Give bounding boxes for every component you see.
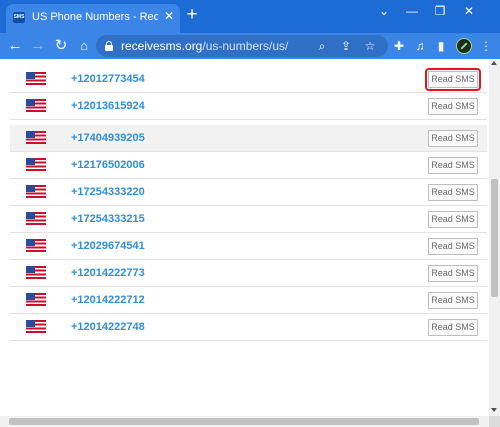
us-flag-icon	[26, 99, 46, 112]
us-flag-icon	[26, 212, 46, 225]
phone-number-link[interactable]: +12176502006	[71, 159, 145, 171]
us-flag-icon	[26, 131, 46, 144]
table-row: +17254333215 Read SMS	[10, 206, 487, 233]
us-flag-icon	[26, 72, 46, 85]
phone-number-link[interactable]: +17254333220	[71, 186, 145, 198]
share-icon[interactable]: ⇪	[338, 38, 354, 54]
table-row: +17404939205 Read SMS	[10, 125, 487, 152]
profile-avatar-icon[interactable]	[456, 38, 472, 54]
new-tab-button[interactable]: +	[184, 5, 200, 24]
close-icon[interactable]: ✕	[459, 3, 479, 19]
back-icon[interactable]: ←	[6, 37, 24, 55]
table-row: +12012773454 Read SMS	[10, 66, 487, 93]
us-flag-icon	[26, 158, 46, 171]
vertical-scroll-thumb[interactable]	[491, 179, 498, 297]
read-sms-button[interactable]: Read SMS	[428, 130, 478, 147]
read-sms-button[interactable]: Read SMS	[428, 265, 478, 282]
home-icon[interactable]: ⌂	[75, 37, 93, 55]
us-flag-icon	[26, 293, 46, 306]
extensions-icon[interactable]: ✚	[391, 38, 407, 54]
phone-number-link[interactable]: +12029674541	[71, 240, 145, 252]
vertical-scrollbar[interactable]	[489, 59, 500, 416]
reload-icon[interactable]: ↻	[52, 37, 70, 55]
chevron-down-icon[interactable]: ⌄	[374, 3, 394, 19]
table-row: +12014222712 Read SMS	[10, 287, 487, 314]
phone-number-link[interactable]: +12013615924	[71, 100, 145, 112]
us-flag-icon	[26, 239, 46, 252]
browser-toolbar: ← → ↻ ⌂ receivesms.org/us-numbers/us/ ⌕ …	[0, 33, 500, 59]
url-text[interactable]: receivesms.org/us-numbers/us/	[121, 39, 288, 53]
table-row: +17254333220 Read SMS	[10, 179, 487, 206]
browser-tab[interactable]: SMS US Phone Numbers - Receive SMS ✕	[6, 4, 180, 33]
read-sms-button[interactable]: Read SMS	[428, 319, 478, 336]
phone-number-link[interactable]: +12014222712	[71, 294, 145, 306]
table-row: +12029674541 Read SMS	[10, 233, 487, 260]
read-sms-button[interactable]: Read SMS	[428, 238, 478, 255]
menu-dots-icon[interactable]: ⋮	[478, 38, 494, 54]
table-row: +12014222773 Read SMS	[10, 260, 487, 287]
forward-icon[interactable]: →	[29, 37, 47, 55]
read-sms-button[interactable]: Read SMS	[425, 68, 481, 91]
side-panel-icon[interactable]: ▮	[433, 38, 449, 54]
phone-number-link[interactable]: +12014222773	[71, 267, 145, 279]
scroll-up-icon[interactable]	[491, 61, 497, 65]
read-sms-button[interactable]: Read SMS	[428, 157, 478, 174]
us-flag-icon	[26, 266, 46, 279]
read-sms-button[interactable]: Read SMS	[428, 211, 478, 228]
scroll-down-icon[interactable]	[491, 408, 497, 412]
phone-number-link[interactable]: +17254333215	[71, 213, 145, 225]
sms-favicon-icon: SMS	[13, 12, 25, 23]
read-sms-button[interactable]: Read SMS	[428, 184, 478, 201]
zoom-icon[interactable]: ⌕	[314, 38, 330, 54]
tab-close-icon[interactable]: ✕	[162, 9, 176, 23]
address-bar[interactable]: receivesms.org/us-numbers/us/ ⌕ ⇪ ☆	[96, 35, 388, 57]
lock-icon[interactable]	[105, 41, 113, 51]
table-row: +12013615924 Read SMS	[10, 93, 487, 120]
media-icon[interactable]: ♫	[412, 38, 428, 54]
horizontal-scrollbar[interactable]	[0, 416, 489, 427]
table-row: +12014222748 Read SMS	[10, 314, 487, 341]
phone-numbers-table: +12012773454 Read SMS +12013615924 Read SMS…	[10, 66, 487, 341]
horizontal-scroll-thumb[interactable]	[9, 418, 479, 425]
tab-title: US Phone Numbers - Receive SMS	[32, 11, 158, 23]
phone-number-link[interactable]: +12014222748	[71, 321, 145, 333]
bookmark-star-icon[interactable]: ☆	[362, 38, 378, 54]
url-path: /us-numbers/us/	[202, 39, 289, 53]
phone-number-link[interactable]: +12012773454	[71, 73, 145, 85]
tab-strip: SMS US Phone Numbers - Receive SMS ✕ + ⌄…	[0, 0, 500, 33]
read-sms-button[interactable]: Read SMS	[428, 98, 478, 115]
phone-number-link[interactable]: +17404939205	[71, 132, 145, 144]
scroll-corner	[489, 416, 500, 427]
table-row: +12176502006 Read SMS	[10, 152, 487, 179]
us-flag-icon	[26, 320, 46, 333]
url-domain: receivesms.org	[121, 39, 203, 53]
us-flag-icon	[26, 185, 46, 198]
page-viewport: +12012773454 Read SMS +12013615924 Read SMS…	[0, 59, 500, 427]
maximize-icon[interactable]: ❐	[430, 3, 450, 19]
read-sms-button[interactable]: Read SMS	[428, 292, 478, 309]
minimize-icon[interactable]: —	[402, 3, 422, 19]
